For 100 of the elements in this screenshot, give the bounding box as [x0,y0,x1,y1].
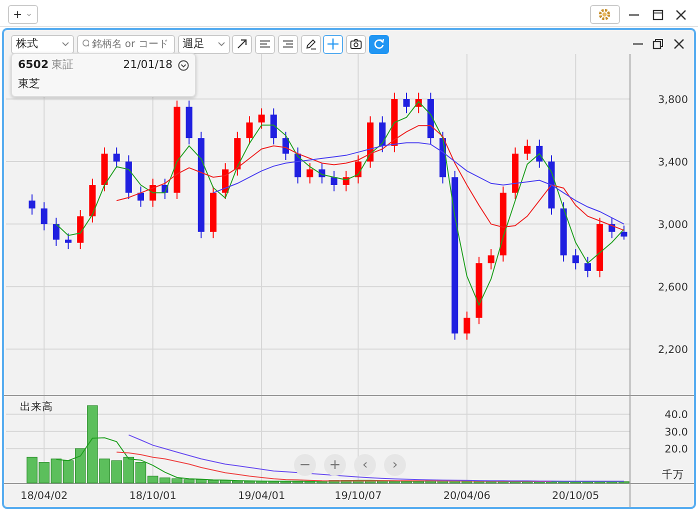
candlestick [330,170,338,192]
chevron-down-icon[interactable] [178,60,189,71]
volume-bar [26,456,38,484]
axis-label: 18/04/02 [20,490,68,502]
candlestick [415,92,422,114]
axis-label: 2,200 [658,344,688,356]
nav-button[interactable]: › [384,454,406,476]
candlestick [596,217,604,278]
candlestick [40,202,48,231]
candlestick [234,131,241,176]
volume-bar [38,462,50,484]
close-icon [673,38,685,50]
candlestick [379,116,386,153]
add-button[interactable]: + ⌄ [8,5,38,24]
caret-icon [62,42,69,46]
candlestick [391,92,398,153]
candlestick [186,100,192,145]
candlestick [162,178,168,200]
candlestick [246,116,253,145]
restore-icon [652,38,664,50]
date-label: 21/01/18 [123,57,172,73]
camera-button[interactable] [346,34,366,54]
nav-button[interactable]: + [324,454,346,476]
unit-label: 千万 [662,469,684,481]
candlestick [342,170,350,192]
candlestick [113,146,120,168]
candlestick [608,217,616,239]
candlestick [584,256,591,278]
candlestick [354,154,362,184]
search-icon [82,39,89,49]
candlestick [101,146,108,192]
candlestick [210,186,216,239]
candlestick [270,108,277,145]
candlestick [89,178,96,223]
nav-button[interactable]: ‹ [354,454,376,476]
maximize-icon [652,8,664,20]
axis-label: 19/04/01 [238,490,286,502]
search-field[interactable]: 銘柄名 or コード [76,34,175,54]
axis-label: 18/10/01 [129,490,176,502]
candlestick [138,186,144,208]
axis-label: 30.0 [664,426,688,438]
align-right-icon [282,38,294,50]
close-icon [675,8,687,20]
refresh-icon [372,38,385,50]
candlestick [524,139,531,160]
align-left-icon [259,38,271,50]
settings-button[interactable] [590,5,620,24]
candlestick [548,154,555,216]
candlestick [150,178,156,208]
candlestick [620,225,628,240]
settings-icon [598,8,611,21]
candlestick [294,146,302,184]
candlestick [476,256,482,325]
pencil-button[interactable] [300,34,320,54]
volume-bar [111,460,122,484]
trend-line-icon [236,38,248,50]
axis-label: 2,600 [658,282,688,294]
candlestick [282,131,289,160]
category-dropdown[interactable]: 株式 [11,34,74,54]
axis-label: 19/10/07 [334,490,382,502]
candlestick [560,202,567,262]
candlestick [536,139,543,168]
axis-label: 40.0 [664,409,688,422]
candlestick [318,162,326,184]
volume-bar [50,458,62,484]
align-left-button[interactable] [255,34,275,54]
candlestick [512,146,518,200]
axis-label: 3,000 [658,219,688,232]
period-dropdown[interactable]: 週足 [178,34,230,54]
stock-code: 6502 [18,57,49,73]
pencil-icon [304,38,316,50]
candlestick [572,248,579,270]
crosshair-icon [327,38,340,50]
trend-line-button[interactable] [232,34,252,54]
candlestick [427,92,434,145]
candlestick [77,210,84,250]
axis-label: 20/10/05 [552,490,600,502]
candlestick [28,194,36,216]
candlestick [464,311,470,340]
align-right-button[interactable] [278,34,298,54]
stock-name: 東芝 [18,77,40,90]
candlestick [403,92,410,114]
candlestick [306,162,314,184]
candlestick [367,116,374,168]
nav-button[interactable]: − [294,454,316,476]
candlestick [222,162,229,200]
axis-label: 20.0 [664,444,688,456]
caret-icon [218,42,224,46]
axis-label: 3,800 [658,94,688,106]
candlestick [125,154,132,200]
axis-label: 20/04/06 [443,490,490,502]
chart-title: 出来高 [20,401,53,413]
candlestick [65,232,72,250]
candlestick [52,217,60,246]
volume-bar [123,456,134,484]
candlestick [440,131,446,184]
candlestick [258,108,265,130]
camera-icon [350,38,362,50]
axis-label: 3,400 [658,156,688,169]
candlestick [488,248,494,270]
